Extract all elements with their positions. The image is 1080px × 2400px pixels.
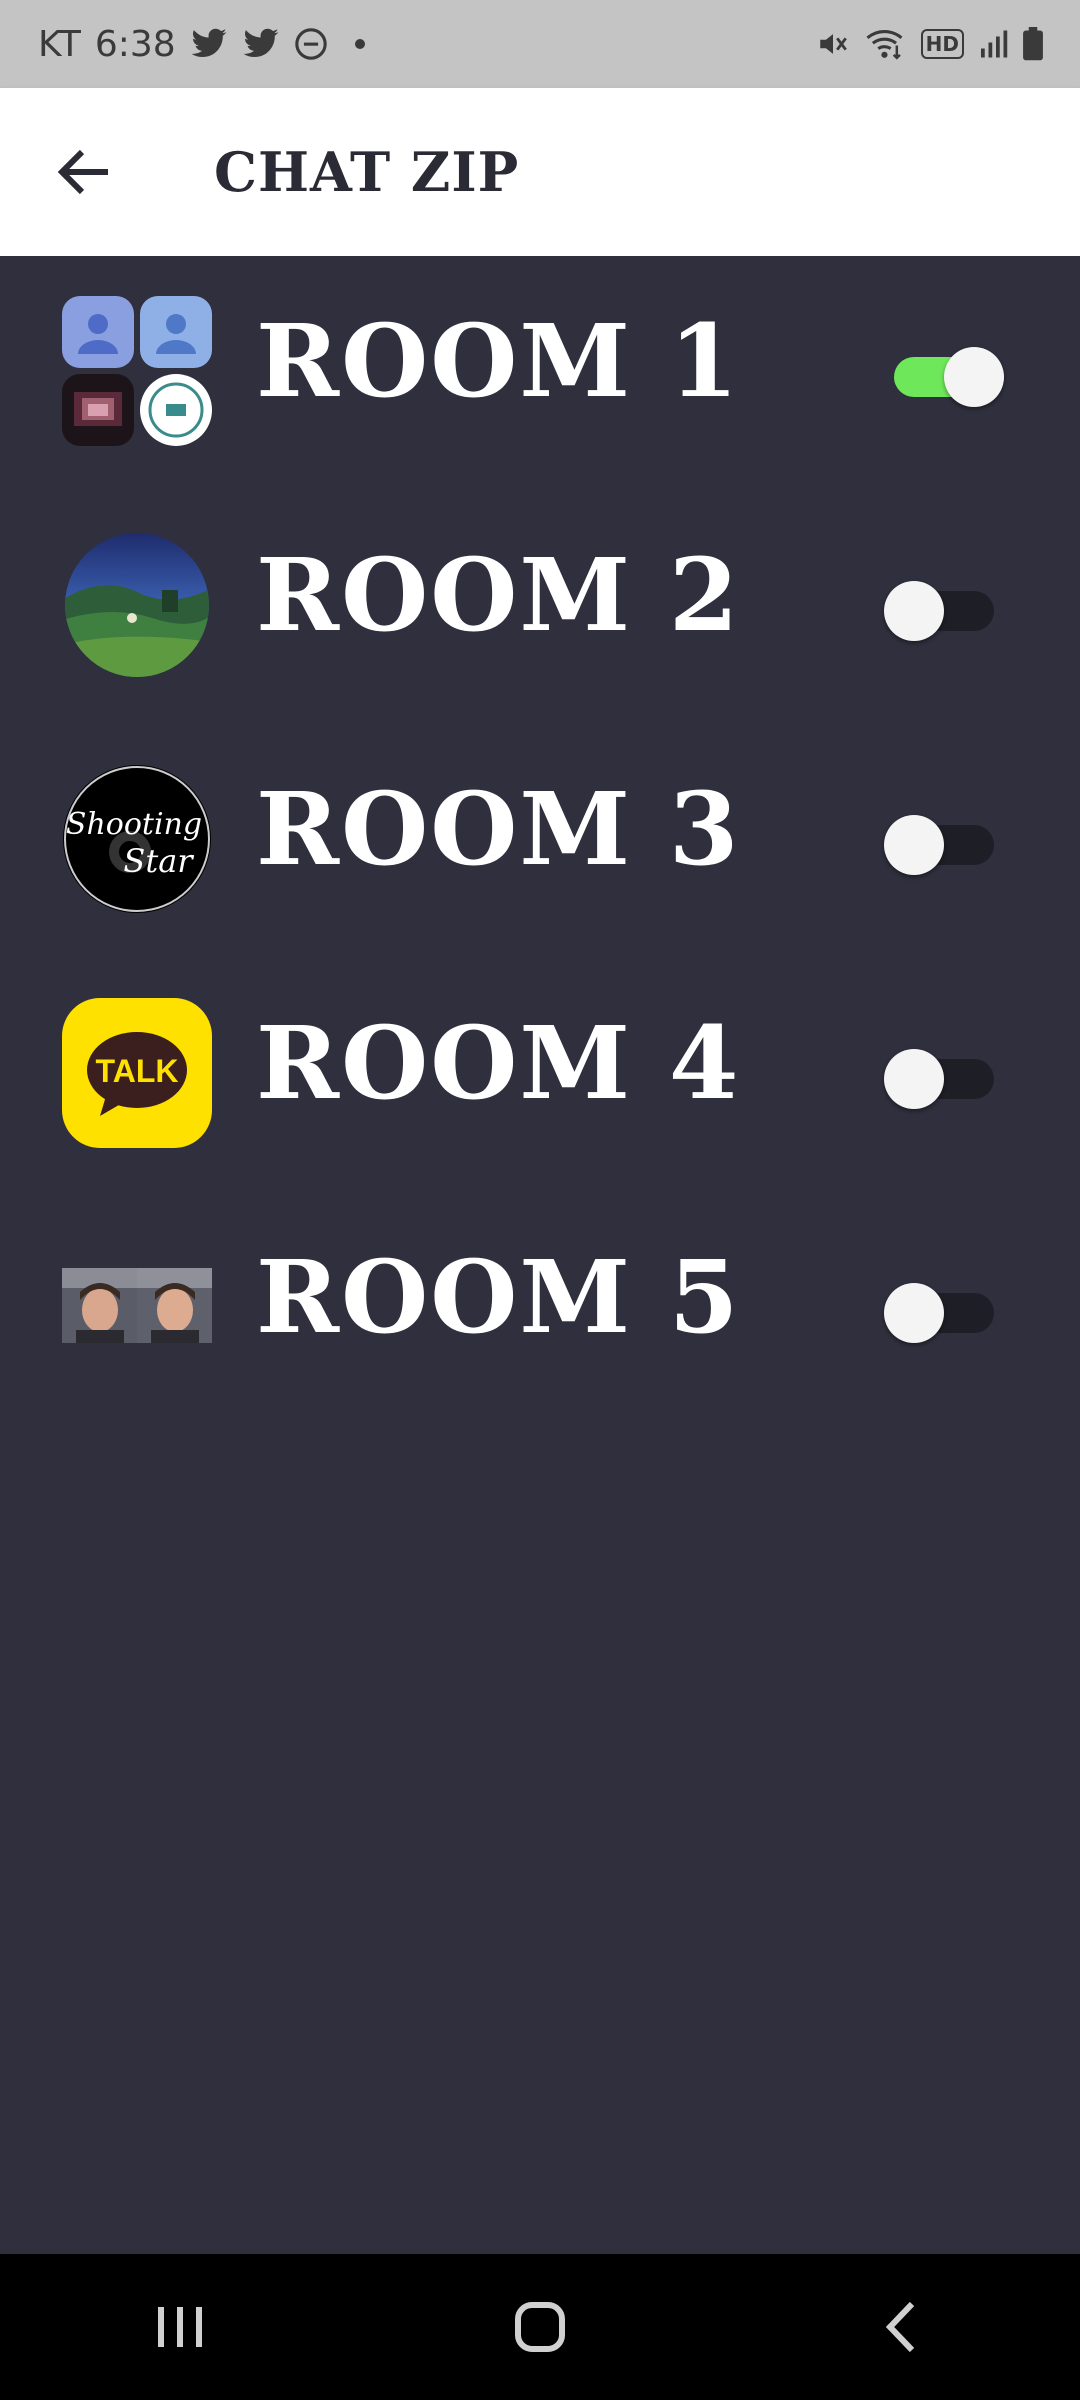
room-name: ROOM 5 [256, 1238, 741, 1356]
room-toggle-1[interactable] [894, 347, 1008, 407]
room-row-2[interactable]: ROOM 2 [0, 490, 1080, 690]
nav-bar [0, 2254, 1080, 2400]
toggle-thumb [884, 815, 944, 875]
carrier-label: KT [38, 23, 81, 65]
avatar-text: Star [123, 842, 194, 880]
arrow-left-icon [57, 149, 108, 195]
hd-label: HD [925, 32, 959, 56]
room-row-3[interactable]: Shooting Star ROOM 3 [0, 724, 1080, 924]
room-name: ROOM 2 [256, 536, 741, 654]
home-button[interactable] [470, 2277, 610, 2377]
home-icon [515, 2302, 565, 2352]
mute-icon [815, 27, 851, 61]
room-row-4[interactable]: TALK ROOM 4 [0, 958, 1080, 1158]
room-list: ROOM 1 ROOM 2 Shooting Star ROOM 3 TALK … [0, 256, 1080, 2254]
back-nav-button[interactable] [830, 2277, 970, 2377]
avatar-text: TALK [96, 1053, 179, 1089]
recent-apps-icon [158, 2307, 202, 2347]
avatar-text: Shooting [66, 807, 202, 842]
toggle-thumb [884, 1283, 944, 1343]
room-toggle-3[interactable] [884, 815, 998, 875]
group-grid-avatar [62, 296, 212, 446]
room-name: ROOM 1 [256, 302, 741, 420]
page-title: CHAT ZIP [214, 140, 520, 204]
toggle-thumb [884, 1049, 944, 1109]
room-row-1[interactable]: ROOM 1 [0, 256, 1080, 456]
toggle-thumb [884, 581, 944, 641]
app-bar: CHAT ZIP [0, 88, 1080, 256]
back-button[interactable] [34, 122, 134, 222]
do-not-disturb-icon [294, 27, 328, 61]
clock-label: 6:38 [94, 23, 176, 65]
hd-icon: HD [920, 29, 964, 59]
recent-apps-button[interactable] [110, 2277, 250, 2377]
status-right: HD [815, 27, 1044, 61]
room-toggle-2[interactable] [884, 581, 998, 641]
two-faces-avatar [62, 1232, 212, 1382]
shooting-star-avatar: Shooting Star [62, 764, 212, 914]
battery-icon [1022, 27, 1044, 61]
kakaotalk-avatar: TALK [62, 998, 212, 1148]
room-name: ROOM 4 [256, 1004, 741, 1122]
twitter-icon [190, 28, 228, 60]
dot-icon [354, 38, 366, 50]
toggle-thumb [944, 347, 1004, 407]
back-icon [885, 2301, 915, 2353]
room-toggle-4[interactable] [884, 1049, 998, 1109]
twitter-icon [242, 28, 280, 60]
wifi-icon [865, 27, 907, 61]
room-name: ROOM 3 [256, 770, 741, 888]
landscape-avatar [62, 530, 212, 680]
signal-icon [978, 29, 1008, 59]
room-row-5[interactable]: ROOM 5 [0, 1192, 1080, 1392]
status-bar: KT 6:38 HD [0, 0, 1080, 88]
status-left: KT 6:38 [38, 24, 366, 65]
room-toggle-5[interactable] [884, 1283, 998, 1343]
